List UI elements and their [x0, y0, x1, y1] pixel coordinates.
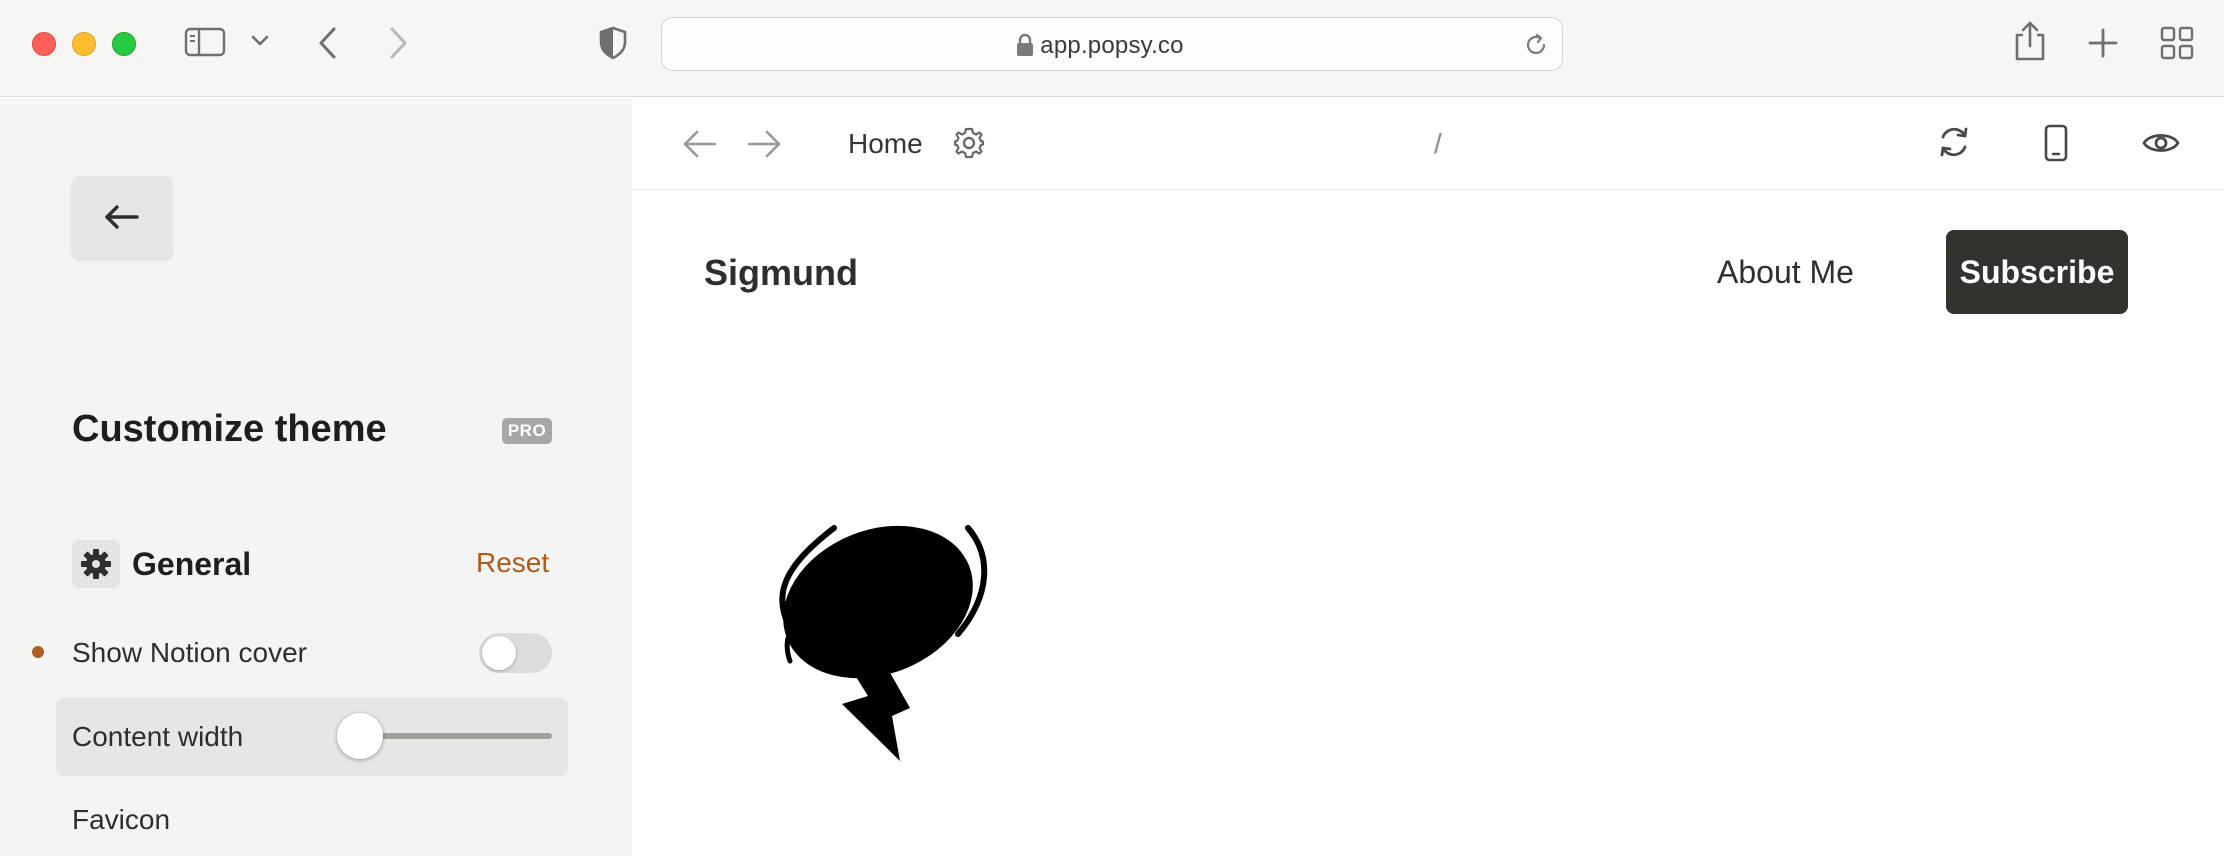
mobile-icon[interactable]	[2044, 124, 2068, 162]
close-window-button[interactable]	[32, 32, 56, 56]
share-icon[interactable]	[2014, 20, 2046, 62]
lock-icon	[1016, 33, 1034, 62]
new-tab-icon[interactable]	[2088, 28, 2118, 58]
chevron-down-icon[interactable]	[250, 34, 270, 48]
sidebar-toggle-icon[interactable]	[184, 26, 226, 58]
show-notion-cover-toggle[interactable]	[479, 633, 552, 673]
page-path: /	[1434, 128, 1442, 159]
forward-icon[interactable]	[386, 26, 410, 60]
page-title: Customize theme	[72, 408, 387, 450]
back-icon[interactable]	[316, 26, 340, 60]
toggle-knob	[482, 636, 516, 670]
gear-icon	[72, 540, 120, 588]
pro-badge: PRO	[502, 418, 552, 444]
url-text: app.popsy.co	[1040, 32, 1184, 59]
arrow-left-icon	[105, 205, 139, 229]
site-name[interactable]: Sigmund	[704, 252, 858, 294]
content-width-slider[interactable]	[360, 733, 552, 739]
site-preview: Home / Sigmund About Me Subscribe	[632, 98, 2224, 856]
reload-icon[interactable]	[1523, 32, 1549, 63]
favicon-label[interactable]: Favicon	[72, 804, 170, 836]
back-button[interactable]	[72, 176, 172, 258]
speech-bubble-logo-icon	[750, 516, 1010, 771]
page-breadcrumb: Home	[848, 128, 923, 159]
minimize-window-button[interactable]	[72, 32, 96, 56]
preview-forward-icon[interactable]	[746, 128, 782, 160]
address-bar[interactable]: app.popsy.co	[661, 17, 1563, 71]
eye-icon[interactable]	[2142, 130, 2180, 156]
reset-button[interactable]: Reset	[476, 547, 549, 579]
preview-back-icon[interactable]	[682, 128, 718, 160]
browser-toolbar: app.popsy.co	[0, 0, 2224, 97]
show-notion-cover-label: Show Notion cover	[72, 637, 308, 668]
content-width-label: Content width	[72, 721, 244, 752]
section-title: General	[132, 546, 252, 582]
page-settings-gear-icon[interactable]	[952, 126, 986, 160]
subscribe-button[interactable]: Subscribe	[1946, 230, 2128, 314]
preview-toolbar: Home /	[632, 98, 2224, 190]
tab-overview-icon[interactable]	[2160, 26, 2194, 60]
refresh-icon[interactable]	[1936, 124, 1972, 160]
theme-sidebar: Customize theme PRO General Reset Show N…	[0, 98, 632, 856]
shield-icon[interactable]	[598, 26, 628, 60]
modified-indicator	[32, 646, 44, 658]
zoom-window-button[interactable]	[112, 32, 136, 56]
content-width-slider-handle[interactable]	[337, 713, 383, 759]
about-me-link[interactable]: About Me	[1717, 254, 1854, 291]
